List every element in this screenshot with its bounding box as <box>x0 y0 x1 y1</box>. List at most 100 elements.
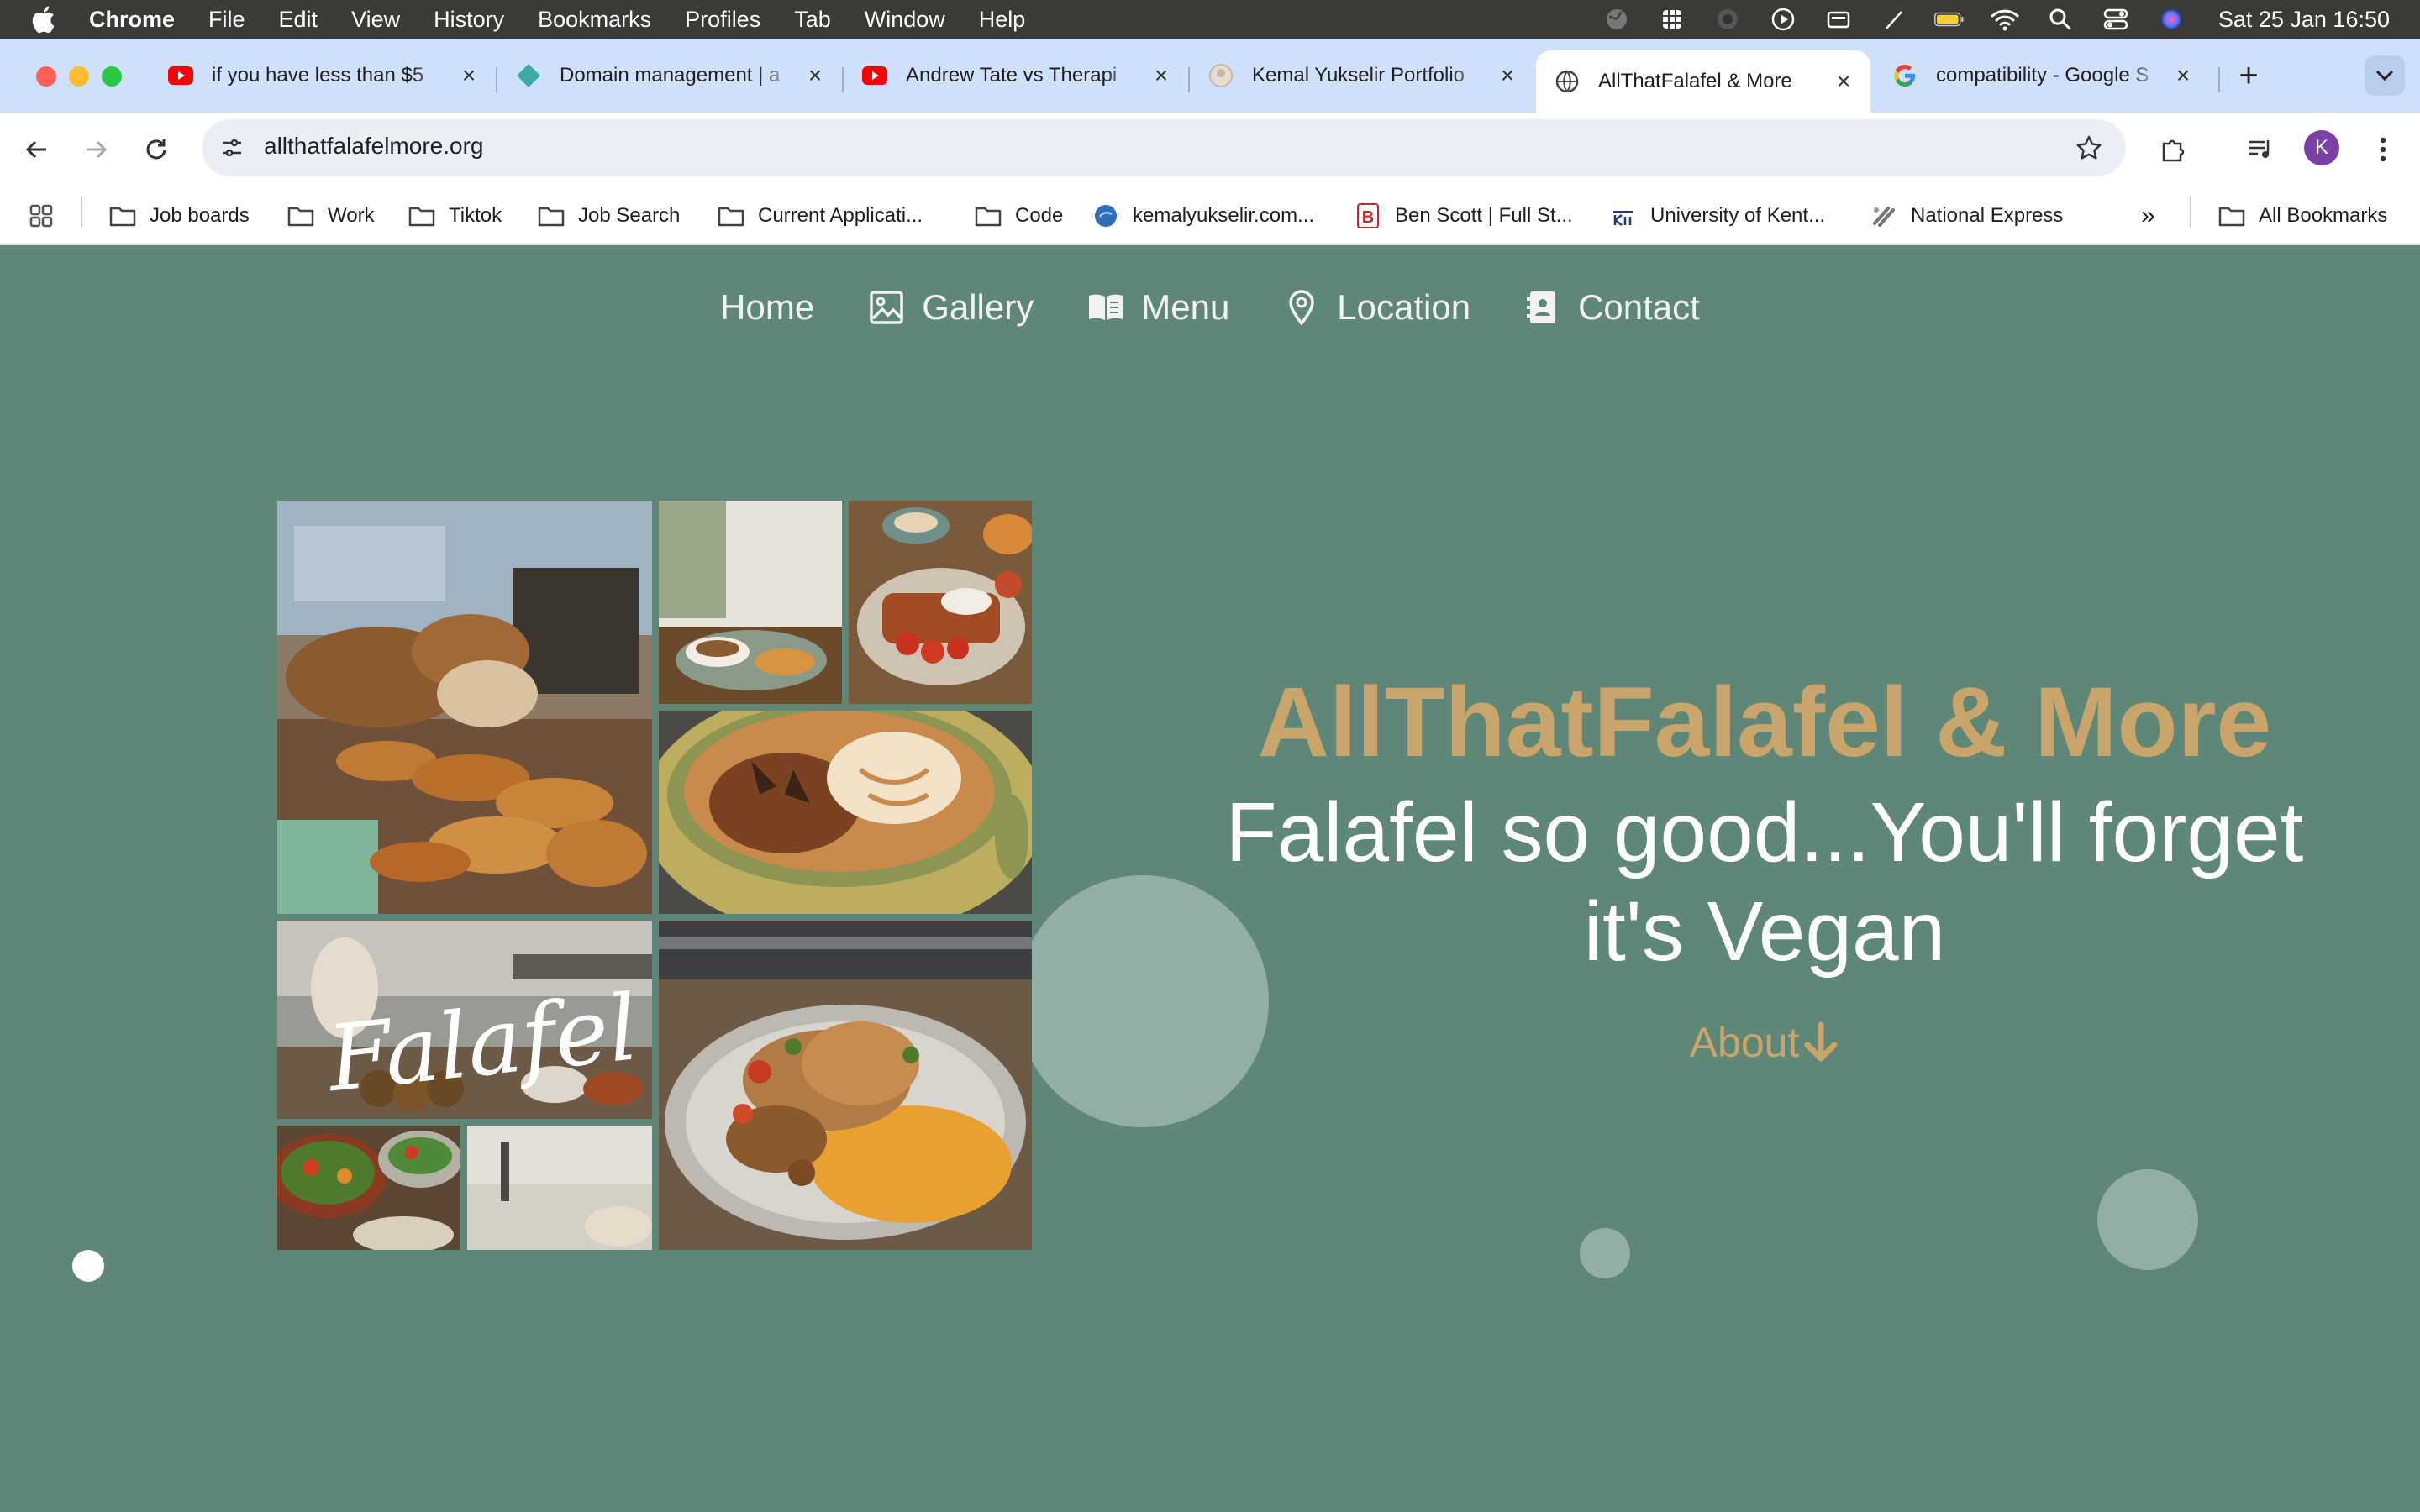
bakery-counter-photo[interactable] <box>277 501 652 914</box>
wifi-icon[interactable] <box>1990 4 2020 34</box>
bookmark-label: Job Search <box>578 204 681 227</box>
tab-title: compatibility - Google S <box>1936 64 2149 87</box>
tab-google-search[interactable]: compatibility - Google S × <box>1874 50 2210 101</box>
bookmarks-overflow-button[interactable]: » <box>2141 197 2155 235</box>
nav-label: Gallery <box>922 287 1034 327</box>
extensions-button[interactable] <box>2153 129 2193 170</box>
tab-close-icon[interactable]: × <box>1832 68 1855 94</box>
siri-icon[interactable] <box>2156 4 2186 34</box>
bookmark-code[interactable]: Code <box>975 197 1063 235</box>
coffee-croissant-photo[interactable] <box>659 501 842 704</box>
site-info-icon[interactable] <box>215 131 249 165</box>
reload-button[interactable] <box>136 129 176 170</box>
nav-label: Menu <box>1141 287 1230 327</box>
keyboard-status-icon[interactable] <box>1823 4 1854 34</box>
battery-icon[interactable] <box>1933 4 1965 34</box>
tab-close-icon[interactable]: × <box>803 62 827 88</box>
menu-profiles[interactable]: Profiles <box>685 7 760 33</box>
nav-home[interactable]: Home <box>720 287 814 328</box>
tab-allthatfalafel-active[interactable]: AllThatFalafel & More × <box>1536 50 1870 113</box>
all-bookmarks-button[interactable]: All Bookmarks <box>2218 197 2387 235</box>
tab-domain-management[interactable]: Domain management | a × <box>497 50 842 101</box>
tab-close-icon[interactable]: × <box>1150 62 1173 88</box>
youtube-icon <box>168 63 193 88</box>
about-link[interactable]: About <box>1664 1018 1865 1067</box>
bookmark-current-applications[interactable]: Current Applicati... <box>718 197 923 235</box>
nav-location[interactable]: Location <box>1283 287 1470 328</box>
book-icon <box>1087 289 1124 326</box>
bookmark-label: National Express <box>1911 204 2064 227</box>
bookmark-work[interactable]: Work <box>287 197 375 235</box>
tagline-line-2: it's Vegan <box>1583 885 1946 979</box>
bookmark-star-icon[interactable] <box>2069 128 2109 168</box>
tab-title: Kemal Yukselir Portfolio <box>1252 64 1465 87</box>
forward-button[interactable] <box>76 129 116 170</box>
pen-status-icon[interactable] <box>1879 4 1909 34</box>
tab-close-icon[interactable]: × <box>2171 62 2195 88</box>
back-button[interactable] <box>17 129 57 170</box>
menu-file[interactable]: File <box>208 7 245 33</box>
tab-close-icon[interactable]: × <box>1496 62 1519 88</box>
svg-text:B: B <box>1362 208 1374 227</box>
folder-icon <box>2218 202 2245 229</box>
tab-search-button[interactable] <box>2365 55 2405 96</box>
address-bar-url[interactable]: allthatfalafelmore.org <box>264 133 483 160</box>
menu-window[interactable]: Window <box>865 7 945 33</box>
chevron-down-icon <box>2375 70 2394 81</box>
falafel-script-photo[interactable]: Falafel <box>277 921 652 1119</box>
tab-portfolio[interactable]: Kemal Yukselir Portfolio × <box>1190 50 1534 101</box>
nav-gallery[interactable]: Gallery <box>868 287 1034 328</box>
globe-status-icon[interactable] <box>1602 4 1632 34</box>
folder-icon <box>109 202 136 229</box>
cafe-interior-photo[interactable] <box>467 1126 652 1250</box>
bookmark-label: Ben Scott | Full St... <box>1395 204 1573 227</box>
menu-view[interactable]: View <box>351 7 400 33</box>
bookmark-job-search[interactable]: Job Search <box>538 197 680 235</box>
window-minimize-button[interactable] <box>69 66 89 87</box>
menu-history[interactable]: History <box>434 7 504 33</box>
latte-art-photo[interactable] <box>659 711 1032 914</box>
bookmark-tiktok[interactable]: Tiktok <box>408 197 502 235</box>
macos-menu-bar: Chrome File Edit View History Bookmarks … <box>0 0 2420 39</box>
menu-edit[interactable]: Edit <box>279 7 318 33</box>
bookmark-national-express[interactable]: National Express <box>1870 197 2063 235</box>
tab-title: if you have less than $5 <box>212 64 424 87</box>
chrome-menu-button[interactable] <box>2363 129 2403 170</box>
apps-grid-button[interactable] <box>29 197 54 235</box>
media-control-button[interactable] <box>2240 129 2281 170</box>
bookmark-kemalyukselir[interactable]: kemalyukselir.com... <box>1092 197 1314 235</box>
menu-bar-clock[interactable]: Sat 25 Jan 16:50 <box>2218 7 2390 33</box>
bookmark-ben-scott[interactable]: B Ben Scott | Full St... <box>1355 197 1573 235</box>
menu-help[interactable]: Help <box>979 7 1026 33</box>
dark-circle-status-icon[interactable] <box>1712 4 1743 34</box>
grid-status-icon[interactable] <box>1657 4 1687 34</box>
apps-grid-icon <box>29 204 53 228</box>
control-center-icon[interactable] <box>2101 4 2131 34</box>
bookmark-job-boards[interactable]: Job boards <box>109 197 250 235</box>
play-status-icon[interactable] <box>1768 4 1798 34</box>
breakfast-plate-photo[interactable] <box>849 501 1032 704</box>
window-zoom-button[interactable] <box>102 66 122 87</box>
nav-menu[interactable]: Menu <box>1087 287 1229 328</box>
new-tab-button[interactable]: + <box>2232 59 2265 92</box>
arrow-down-icon <box>1802 1021 1839 1063</box>
nav-contact[interactable]: Contact <box>1524 287 1700 328</box>
tab-close-icon[interactable]: × <box>457 62 481 88</box>
menu-app-name[interactable]: Chrome <box>89 7 175 33</box>
menu-tab[interactable]: Tab <box>794 7 831 33</box>
bookmark-label: Job boards <box>150 204 250 227</box>
window-close-button[interactable] <box>36 66 56 87</box>
tab-youtube-1[interactable]: if you have less than $5 × <box>150 50 496 101</box>
spotlight-search-icon[interactable] <box>2045 4 2075 34</box>
salad-bowl-photo[interactable] <box>277 1126 460 1250</box>
chicken-rice-platter-photo[interactable] <box>659 921 1032 1250</box>
address-bar[interactable] <box>202 119 2126 176</box>
profile-avatar[interactable]: K <box>2304 130 2339 165</box>
decorative-circle <box>72 1250 104 1282</box>
tab-title: Andrew Tate vs Therapi <box>906 64 1118 87</box>
menu-bookmarks[interactable]: Bookmarks <box>538 7 651 33</box>
site-icon <box>1092 202 1119 229</box>
bookmark-university-of-kent[interactable]: University of Kent... <box>1610 197 1825 235</box>
apple-menu-icon[interactable] <box>30 5 64 34</box>
tab-youtube-2[interactable]: Andrew Tate vs Therapi × <box>844 50 1188 101</box>
